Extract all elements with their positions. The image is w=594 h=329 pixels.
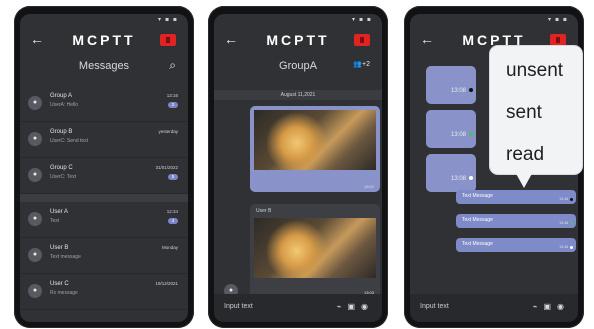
- sent-indicator-icon: [570, 222, 573, 225]
- message-time: 13:16: [559, 221, 568, 225]
- app-bar: ← MCPTT: [20, 26, 188, 54]
- item-preview: UserC: Text: [50, 174, 77, 180]
- unread-badge: 5: [168, 174, 178, 180]
- camera-icon[interactable]: ◉: [557, 302, 570, 311]
- message-time: 13:08: [450, 132, 466, 138]
- status-sample-read: 13:08: [426, 154, 476, 192]
- item-preview: Text: [50, 218, 60, 224]
- attach-icon[interactable]: ⌁: [337, 302, 348, 311]
- sub-bar: Messages ⌕: [20, 58, 188, 76]
- user-avatar-icon: ●: [28, 248, 42, 262]
- status-sample-sent: 13:08: [426, 110, 476, 148]
- item-time: 12:34: [166, 209, 178, 214]
- gallery-icon[interactable]: ▣: [347, 302, 361, 311]
- message-time: 13:16: [559, 245, 568, 249]
- group-avatar-icon: ●: [28, 132, 42, 146]
- screen: ▾ ▪ ▪ ← MCPTT GroupA 👥+2 August 11,2021 …: [214, 14, 382, 322]
- legend-unsent: unsent: [506, 60, 564, 81]
- outgoing-image-message[interactable]: 13:02: [250, 106, 380, 192]
- status-sample-unsent: 13:08: [426, 66, 476, 104]
- list-item-user-b[interactable]: ● User B Text message Monday: [20, 238, 188, 274]
- search-icon[interactable]: ⌕: [169, 58, 176, 73]
- item-preview: UserC: Send text: [50, 138, 89, 144]
- user-avatar-icon: ●: [28, 284, 42, 298]
- list-item-user-c[interactable]: ● User C Rx message 19/12/2021: [20, 274, 188, 310]
- sub-bar: GroupA 👥+2: [214, 58, 382, 76]
- input-tools: ⌁▣◉: [337, 302, 374, 311]
- item-name: User C: [50, 281, 69, 287]
- unsent-indicator-icon: [570, 198, 573, 201]
- status-icons: ▾ ▪ ▪: [352, 16, 372, 23]
- item-time: yesterday: [158, 129, 178, 134]
- emergency-flag-icon[interactable]: [160, 34, 176, 46]
- item-name: Group B: [50, 129, 73, 135]
- unread-badge: 4: [168, 218, 178, 224]
- camera-icon[interactable]: ◉: [361, 302, 374, 311]
- app-bar: ← MCPTT: [214, 26, 382, 54]
- sent-indicator-icon: [469, 132, 473, 136]
- group-avatar-icon: ●: [28, 96, 42, 110]
- message-time: 13:02: [363, 184, 374, 189]
- photo-image: [254, 218, 376, 278]
- attach-icon[interactable]: ⌁: [533, 302, 544, 311]
- legend-sent: sent: [506, 102, 542, 123]
- incoming-image-message[interactable]: User B 13:03: [250, 204, 380, 298]
- message-input-bar: Input text ⌁▣◉: [410, 294, 578, 322]
- member-count: +2: [362, 61, 370, 68]
- phone-group-chat: ▾ ▪ ▪ ← MCPTT GroupA 👥+2 August 11,2021 …: [208, 6, 388, 328]
- read-indicator-icon: [469, 176, 473, 180]
- item-time: 19/12/2021: [155, 281, 178, 286]
- list-item-group-a[interactable]: ● Group A UserA: Hello 13:16 2: [20, 86, 188, 122]
- page-title: Messages: [78, 60, 130, 72]
- callout-tail: [514, 170, 534, 188]
- section-divider: [20, 194, 188, 202]
- photo-image: [254, 110, 376, 170]
- item-name: User B: [50, 245, 69, 251]
- emergency-flag-icon[interactable]: [354, 34, 370, 46]
- screen: ▾ ▪ ▪ ← MCPTT Messages ⌕ ● Group A UserA…: [20, 14, 188, 322]
- message-input[interactable]: Input text: [420, 303, 449, 310]
- outgoing-text-message[interactable]: Text Message 13:16: [456, 190, 576, 204]
- item-preview: Text message: [50, 254, 81, 260]
- phone-messages-list: ▾ ▪ ▪ ← MCPTT Messages ⌕ ● Group A UserA…: [14, 6, 194, 328]
- members-icon[interactable]: 👥+2: [353, 60, 370, 68]
- conversation-list: ● Group A UserA: Hello 13:16 2 ● Group B…: [20, 86, 188, 310]
- message-text: Text Message: [462, 241, 493, 247]
- list-item-group-c[interactable]: ● Group C UserC: Text 31/01/2022 5: [20, 158, 188, 194]
- list-item-group-b[interactable]: ● Group B UserC: Send text yesterday: [20, 122, 188, 158]
- status-legend-callout: unsent sent read: [490, 46, 582, 174]
- gallery-icon[interactable]: ▣: [543, 302, 557, 311]
- date-separator: August 11,2021: [214, 90, 382, 100]
- item-time: 31/01/2022: [155, 165, 178, 170]
- message-input-bar: Input text ⌁▣◉: [214, 294, 382, 322]
- message-text: Text Message: [462, 193, 493, 199]
- unread-badge: 2: [168, 102, 178, 108]
- item-preview: Rx message: [50, 290, 78, 296]
- item-time: 13:16: [166, 93, 178, 98]
- item-name: Group C: [50, 165, 73, 171]
- unsent-indicator-icon: [469, 88, 473, 92]
- message-time: 13:08: [450, 176, 466, 182]
- message-input[interactable]: Input text: [224, 303, 253, 310]
- status-icons: ▾ ▪ ▪: [158, 16, 178, 23]
- sender-name: User B: [256, 208, 272, 214]
- input-tools: ⌁▣◉: [533, 302, 570, 311]
- read-indicator-icon: [570, 246, 573, 249]
- item-time: Monday: [161, 245, 178, 250]
- item-name: User A: [50, 209, 69, 215]
- item-preview: UserA: Hello: [50, 102, 79, 108]
- emergency-flag-icon[interactable]: [550, 34, 566, 46]
- outgoing-text-message[interactable]: Text Message 13:16: [456, 214, 576, 228]
- legend-read: read: [506, 144, 545, 165]
- message-time: 13:08: [450, 88, 466, 94]
- group-avatar-icon: ●: [28, 168, 42, 182]
- item-name: Group A: [50, 93, 73, 99]
- message-text: Text Message: [462, 217, 493, 223]
- user-avatar-icon: ●: [28, 212, 42, 226]
- outgoing-text-message[interactable]: Text Message 13:16: [456, 238, 576, 252]
- status-icons: ▾ ▪ ▪: [548, 16, 568, 23]
- list-item-user-a[interactable]: ● User A Text 12:34 4: [20, 202, 188, 238]
- message-time: 13:16: [559, 197, 568, 201]
